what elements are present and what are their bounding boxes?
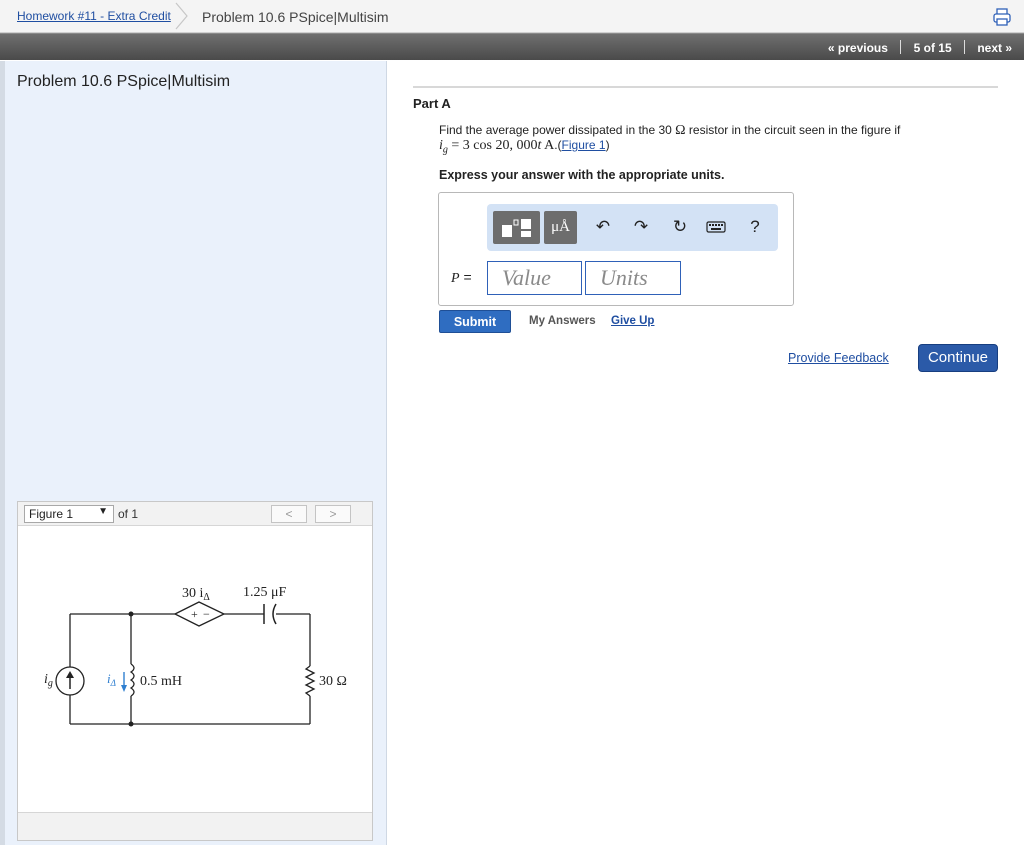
junction-dot <box>128 721 134 727</box>
units-button[interactable]: μÅ <box>544 211 577 244</box>
figure-select[interactable]: Figure 1 ▼ <box>24 505 114 523</box>
resistor-symbol <box>304 665 316 697</box>
svg-text:ig: ig <box>44 672 53 689</box>
figure-ref-close: ) <box>605 138 610 152</box>
figure-footer <box>18 812 372 840</box>
equation-unit: A <box>541 138 555 153</box>
question-text-suffix: resistor in the circuit seen in the figu… <box>685 123 901 137</box>
keyboard-icon[interactable] <box>705 216 727 238</box>
submit-button[interactable]: Submit <box>439 310 511 333</box>
figure-viewer: Figure 1 ▼ of 1 < > 30 iΔ + − 1.25 μF 0.… <box>17 501 373 841</box>
fraction-template-button[interactable] <box>493 211 540 244</box>
dropdown-arrow-icon: ▼ <box>98 506 108 517</box>
svg-text:30 iΔ: 30 iΔ <box>182 586 210 603</box>
nav-divider <box>963 40 965 54</box>
prev-figure-button[interactable]: < <box>271 505 307 523</box>
plus-sign: + <box>191 607 198 621</box>
left-pane: Problem 10.6 PSpice|Multisim Figure 1 ▼ … <box>5 61 387 845</box>
minus-sign: − <box>203 607 210 621</box>
breadcrumb-chevron-icon <box>175 2 188 30</box>
answer-variable-label: P = <box>451 269 472 287</box>
dependent-source-symbol <box>173 601 226 627</box>
redo-icon[interactable]: ↷ <box>630 216 652 238</box>
current-source-subscript: g <box>48 678 53 689</box>
answer-equals: = <box>459 269 472 285</box>
next-link[interactable]: next » <box>977 41 1012 55</box>
give-up-link[interactable]: Give Up <box>611 315 654 327</box>
problem-nav-bar: « previous 5 of 15 next » <box>0 33 1024 60</box>
my-answers-link[interactable]: My Answers <box>529 315 596 327</box>
nav-divider <box>900 40 902 54</box>
value-input[interactable]: Value <box>487 261 582 295</box>
svg-text:iΔ: iΔ <box>107 671 116 688</box>
capacitor-label: 1.25 μF <box>243 585 287 600</box>
help-icon[interactable]: ? <box>744 216 766 238</box>
capacitor-plate-curved <box>272 603 277 625</box>
part-label: Part A <box>413 96 451 111</box>
inductor-symbol <box>129 663 135 697</box>
figure-link[interactable]: Figure 1 <box>562 138 606 152</box>
equation-expression: = 3 cos 20, 000 <box>447 138 538 153</box>
breadcrumb-current: Problem 10.6 PSpice|Multisim <box>202 9 389 25</box>
ohm-symbol: Ω <box>675 123 686 138</box>
branch-current-subscript: Δ <box>110 678 116 688</box>
inductor-label: 0.5 mH <box>140 674 182 689</box>
reset-icon[interactable]: ↻ <box>669 216 691 238</box>
dependent-source-label: 30 i <box>182 586 204 601</box>
problem-statement: Find the average power dissipated in the… <box>439 123 979 157</box>
figure-toolbar: Figure 1 ▼ of 1 < > <box>18 502 372 526</box>
problem-title: Problem 10.6 PSpice|Multisim <box>17 73 231 90</box>
resistor-label: 30 Ω <box>319 674 347 689</box>
figure-ref-open: .( <box>554 138 562 152</box>
next-figure-button[interactable]: > <box>315 505 351 523</box>
units-input[interactable]: Units <box>585 261 681 295</box>
breadcrumb: Homework #11 - Extra Credit Problem 10.6… <box>0 0 1024 33</box>
fraction-template-icon <box>502 219 531 237</box>
question-text: Find the average power dissipated in the… <box>439 123 672 137</box>
junction-dot <box>128 611 134 617</box>
problem-position: 5 of 15 <box>913 41 952 55</box>
answer-variable: P <box>451 271 460 286</box>
continue-button[interactable]: Continue <box>918 344 998 372</box>
answer-box: μÅ ↶ ↷ ↻ ? P = Value Units <box>438 192 794 306</box>
part-divider <box>413 86 998 88</box>
figure-select-value: Figure 1 <box>29 507 74 521</box>
provide-feedback-link[interactable]: Provide Feedback <box>788 351 889 365</box>
instruction-text: Express your answer with the appropriate… <box>439 168 725 182</box>
breadcrumb-assignment-link[interactable]: Homework #11 - Extra Credit <box>17 9 171 23</box>
figure-count: of 1 <box>118 507 139 521</box>
circuit-diagram: 30 iΔ + − 1.25 μF 0.5 mH 30 Ω ig iΔ <box>44 585 347 727</box>
print-icon[interactable] <box>992 8 1012 26</box>
previous-link[interactable]: « previous <box>828 41 888 55</box>
undo-icon[interactable]: ↶ <box>592 216 614 238</box>
dependent-source-subscript: Δ <box>203 592 210 603</box>
math-toolbar: μÅ ↶ ↷ ↻ ? <box>487 204 778 251</box>
